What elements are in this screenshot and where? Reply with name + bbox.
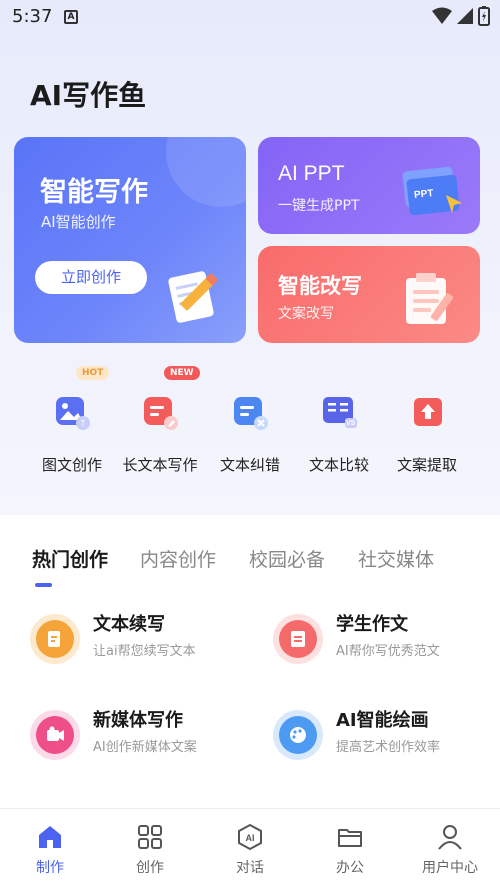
tab-content[interactable]: 内容创作 [140, 545, 216, 572]
vs-label: VS [346, 420, 356, 427]
battery-icon [478, 6, 490, 26]
item-icon-ring [273, 710, 323, 760]
tab-hot[interactable]: 热门创作 [32, 545, 108, 572]
item-new-media[interactable]: 新媒体写作 AI创作新媒体文案 [30, 706, 260, 766]
nav-chat[interactable]: AI 对话 [200, 809, 300, 888]
nav-create[interactable]: 创作 [100, 809, 200, 888]
bottom-nav: 制作 创作 AI 对话 办公 用户中心 [0, 808, 500, 888]
tool-image-text[interactable]: HOT T 图文创作 [22, 366, 122, 480]
nav-make[interactable]: 制作 [0, 809, 100, 888]
item-continue-write[interactable]: 文本续写 让ai帮您续写文本 [30, 610, 260, 670]
ai-chat-icon: AI [238, 823, 262, 851]
long-text-icon [144, 397, 178, 430]
nav-label: 对话 [236, 860, 264, 876]
item-subtitle: 让ai帮您续写文本 [93, 644, 196, 659]
tool-label: 图文创作 [41, 456, 102, 474]
smart-rewrite-subtitle: 文案改写 [278, 306, 334, 322]
card-decoration [166, 137, 246, 207]
ai-ppt-title: AI PPT [278, 162, 345, 185]
quick-tools: HOT T 图文创作 NEW 长文本写作 文本纠错 VS 文本比较 文案提取 [0, 366, 500, 480]
grid-icon [138, 825, 162, 849]
nav-label: 制作 [36, 860, 64, 876]
essay-icon [279, 620, 317, 658]
ai-ppt-card[interactable]: AI PPT 一键生成PPT PPT [258, 137, 480, 234]
nav-office[interactable]: 办公 [300, 809, 400, 888]
status-bar: 5:37 A [0, 0, 500, 34]
paper-pencil-icon [168, 271, 218, 323]
smart-write-subtitle: AI智能创作 [41, 213, 116, 231]
item-title: AI智能绘画 [336, 710, 429, 731]
tool-label: 文本纠错 [219, 456, 280, 474]
tool-label: 长文本写作 [122, 456, 198, 474]
item-subtitle: 提高艺术创作效率 [336, 740, 441, 755]
item-title: 学生作文 [336, 614, 408, 635]
tab-campus[interactable]: 校园必备 [249, 545, 325, 572]
status-icons [432, 6, 490, 26]
app-title: AI写作鱼 [30, 79, 147, 112]
svg-text:AI: AI [246, 833, 255, 843]
hot-badge: HOT [76, 366, 110, 380]
item-subtitle: AI创作新媒体文案 [93, 740, 197, 755]
smart-write-title: 智能写作 [40, 177, 148, 208]
item-ai-painting[interactable]: AI智能绘画 提高艺术创作效率 [273, 706, 500, 766]
item-icon-ring [30, 614, 80, 664]
signal-icon [457, 8, 473, 24]
item-icon-ring [30, 710, 80, 760]
svg-text:T: T [81, 419, 86, 428]
ppt-graphic-label: PPT [413, 188, 434, 201]
ai-painting-icon [279, 716, 317, 754]
user-icon [438, 825, 462, 850]
item-title: 文本续写 [93, 614, 165, 635]
folder-icon [338, 829, 362, 847]
ai-ppt-subtitle: 一键生成PPT [278, 198, 360, 214]
notification-icon: A [64, 10, 78, 24]
tool-label: 文本比较 [308, 456, 369, 474]
tool-label: 文案提取 [396, 456, 457, 474]
tab-indicator [35, 583, 52, 587]
text-extract-icon [414, 398, 442, 426]
text-correct-icon [234, 397, 268, 430]
nav-user-center[interactable]: 用户中心 [400, 809, 500, 888]
item-icon-ring [273, 614, 323, 664]
item-student-essay[interactable]: 学生作文 AI帮你写优秀范文 [273, 610, 500, 670]
nav-label: 用户中心 [422, 860, 478, 876]
tool-text-compare[interactable]: VS 文本比较 [289, 380, 389, 480]
category-tabs: 热门创作 内容创作 校园必备 社交媒体 [0, 545, 500, 575]
tool-long-text[interactable]: NEW 长文本写作 [110, 366, 210, 480]
new-media-icon [36, 716, 74, 754]
tool-text-extract[interactable]: 文案提取 [377, 380, 477, 480]
clipboard-edit-icon [406, 273, 454, 324]
smart-rewrite-title: 智能改写 [278, 274, 362, 298]
tool-text-correct[interactable]: 文本纠错 [200, 380, 300, 480]
content-section: 热门创作 内容创作 校园必备 社交媒体 文本续写 让ai帮您续写文本 学生作文 … [0, 515, 500, 815]
new-badge: NEW [164, 366, 200, 380]
start-create-button[interactable]: 立即创作 [35, 261, 147, 294]
smart-write-card[interactable]: 智能写作 AI智能创作 立即创作 [14, 137, 246, 343]
item-subtitle: AI帮你写优秀范文 [336, 644, 440, 659]
wifi-icon [432, 7, 452, 24]
smart-rewrite-card[interactable]: 智能改写 文案改写 [258, 246, 480, 343]
image-text-icon: T [56, 397, 90, 430]
nav-label: 办公 [336, 860, 364, 876]
item-title: 新媒体写作 [93, 710, 183, 731]
continue-write-icon [36, 620, 74, 658]
tab-social[interactable]: 社交媒体 [358, 545, 434, 572]
nav-label: 创作 [136, 860, 164, 876]
home-icon [39, 826, 61, 848]
status-time: 5:37 [12, 6, 53, 27]
